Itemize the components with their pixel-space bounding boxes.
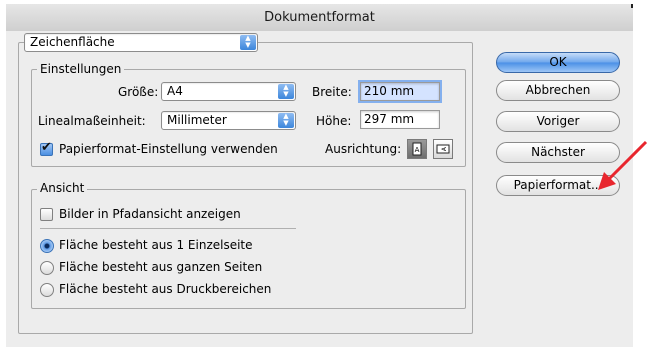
- document-type-value: Zeichenfläche: [30, 35, 115, 49]
- ok-button[interactable]: OK: [496, 52, 620, 73]
- red-arrow-icon: [598, 140, 648, 190]
- updown-arrows-icon: ▲ ▼: [240, 35, 256, 50]
- size-value: A4: [167, 84, 183, 98]
- title-bar: Dokumentformat: [6, 4, 633, 32]
- unit-value: Millimeter: [167, 113, 227, 127]
- settings-legend: Einstellungen: [37, 62, 125, 76]
- width-label: Breite:: [312, 85, 352, 99]
- width-field[interactable]: 210 mm: [358, 80, 442, 103]
- portrait-orientation-icon[interactable]: A: [407, 139, 427, 159]
- size-popup[interactable]: A4 ▲ ▼: [161, 82, 296, 101]
- use-page-setup-label: Papierformat-Einstellung verwenden: [59, 142, 278, 156]
- height-label: Höhe:: [316, 114, 352, 128]
- radio-whole-pages-label: Fläche besteht aus ganzen Seiten: [59, 260, 263, 274]
- window-corner: [631, 4, 633, 8]
- radio-single-page[interactable]: [40, 239, 54, 253]
- radio-print-areas[interactable]: [40, 283, 54, 297]
- document-type-popup[interactable]: Zeichenfläche ▲ ▼: [24, 33, 258, 52]
- dialog-body: Zeichenfläche ▲ ▼ Einstellungen Größe: A4…: [6, 31, 633, 347]
- path-view-label: Bilder in Pfadansicht anzeigen: [59, 207, 241, 221]
- updown-arrows-icon: ▲ ▼: [278, 84, 294, 99]
- checkmark-icon: ✔: [41, 140, 52, 155]
- unit-popup[interactable]: Millimeter ▲ ▼: [161, 111, 296, 130]
- svg-text:A: A: [415, 146, 420, 154]
- previous-button[interactable]: Voriger: [496, 111, 620, 132]
- landscape-orientation-icon[interactable]: A: [433, 139, 453, 159]
- window-title: Dokumentformat: [264, 10, 375, 25]
- radio-whole-pages[interactable]: [40, 261, 54, 275]
- height-field[interactable]: 297 mm: [360, 110, 440, 129]
- use-page-setup-checkbox[interactable]: ✔: [40, 140, 53, 156]
- orientation-label: Ausrichtung:: [325, 142, 402, 156]
- view-divider: [40, 228, 296, 229]
- unit-label: Linealmaßeinheit:: [38, 114, 146, 128]
- path-view-checkbox[interactable]: [40, 208, 53, 221]
- size-label: Größe:: [118, 85, 159, 99]
- view-legend: Ansicht: [37, 181, 88, 195]
- radio-print-areas-label: Fläche besteht aus Druckbereichen: [59, 282, 272, 296]
- radio-single-page-label: Fläche besteht aus 1 Einzelseite: [59, 238, 253, 252]
- cancel-button[interactable]: Abbrechen: [496, 80, 620, 101]
- updown-arrows-icon: ▲ ▼: [278, 113, 294, 128]
